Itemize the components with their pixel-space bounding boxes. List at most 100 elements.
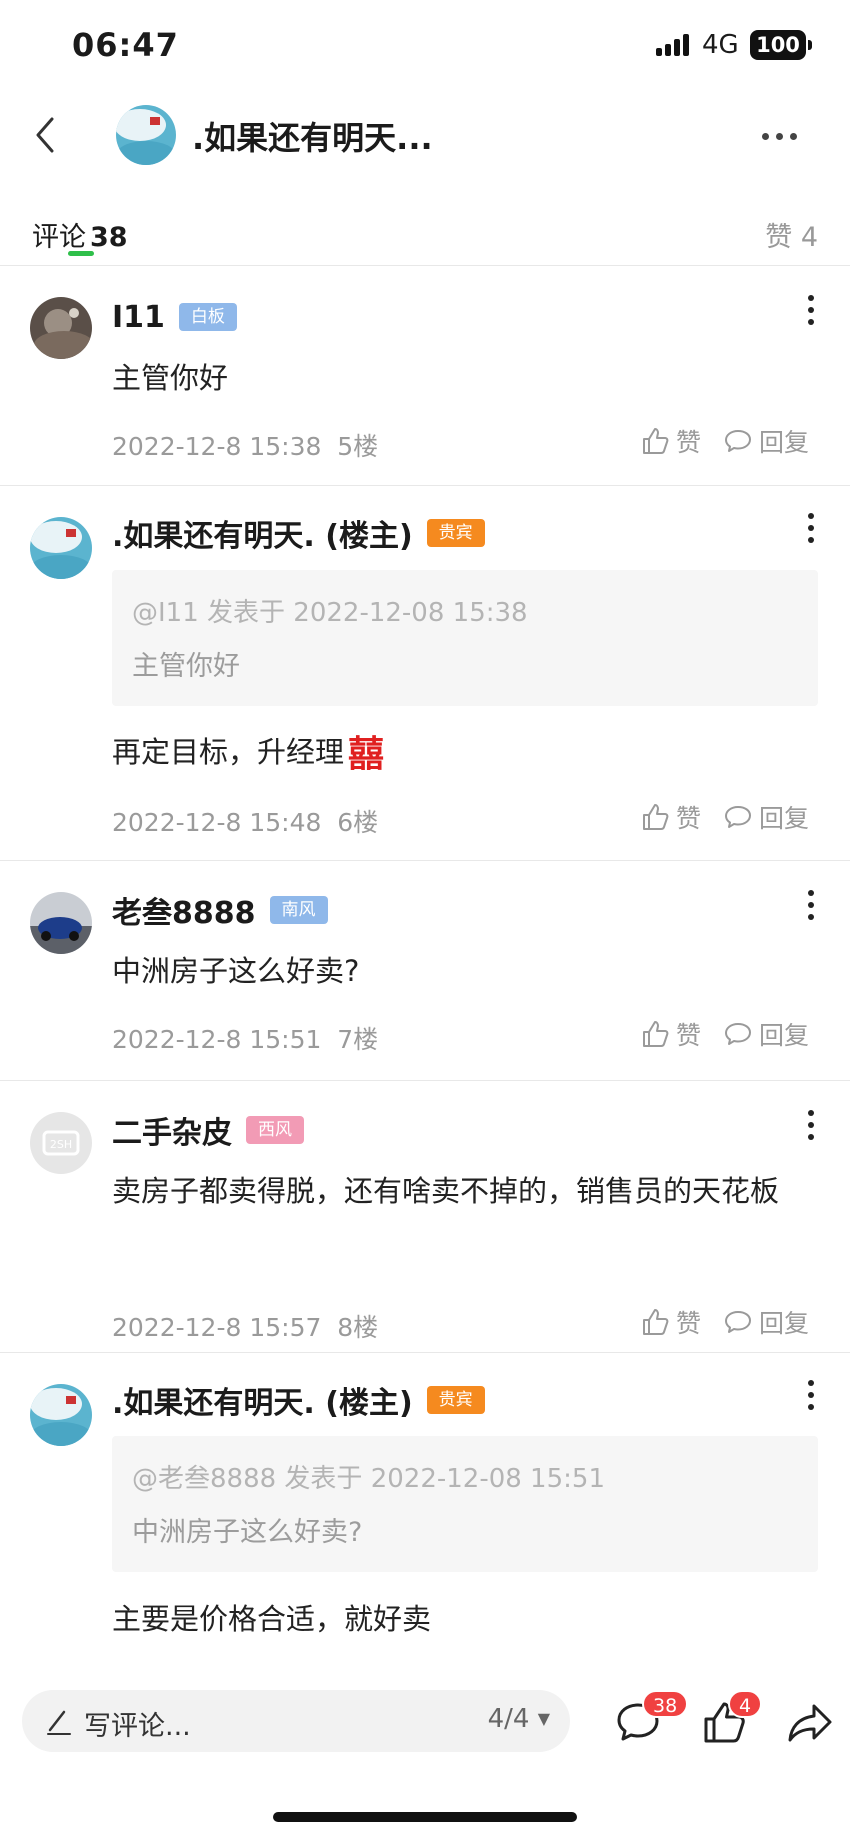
comment-item: .如果还有明天. (楼主) 贵宾 @I11 发表于 2022-12-08 15:… (0, 485, 850, 860)
like-button[interactable]: 赞 (640, 1304, 701, 1340)
reply-label: 回复 (759, 1021, 810, 1050)
username[interactable]: 老叁8888 (112, 888, 256, 932)
avatar[interactable] (30, 1384, 92, 1446)
double-happiness-emoji: 囍 (348, 734, 385, 775)
reply-button[interactable]: 回复 (723, 423, 809, 459)
chat-bubble-icon (725, 1023, 752, 1045)
tab-comments[interactable]: 评论 38 (32, 215, 128, 254)
username[interactable]: I11 (112, 300, 165, 335)
comment-date: 2022-12-8 15:48 (112, 808, 322, 837)
svg-text:2SH: 2SH (50, 1138, 72, 1151)
avatar[interactable] (30, 892, 92, 954)
like-button[interactable]: 赞 (640, 423, 701, 459)
comment-date: 2022-12-8 15:57 (112, 1313, 322, 1342)
home-indicator (273, 1812, 577, 1822)
quote-meta: @老叁8888 发表于 2022-12-08 15:51 (132, 1464, 605, 1494)
thumbs-up-icon (643, 1021, 669, 1047)
floor-number: 5楼 (337, 432, 379, 461)
battery-icon: 100 (750, 30, 812, 60)
comment-body: 再定目标，升经理 (112, 735, 345, 769)
avatar[interactable] (30, 297, 92, 359)
comment-count-badge: 38 (642, 1690, 689, 1718)
user-badge: 西风 (246, 1116, 304, 1144)
username[interactable]: .如果还有明天. (楼主) (112, 511, 413, 555)
comment-actions: 赞 回复 (640, 1304, 809, 1340)
comment-header: .如果还有明天. (楼主) 贵宾 (112, 1378, 485, 1422)
avatar[interactable] (116, 105, 176, 165)
comment-text: 主要是价格合适，就好卖 (112, 1602, 432, 1636)
reply-button[interactable]: 回复 (723, 799, 809, 835)
tab-bar: 评论 38 赞 4 (0, 205, 850, 265)
comment-header: 二手杂皮 西风 (112, 1108, 304, 1152)
comment-item: 老叁8888 南风 中洲房子这么好卖? 2022-12-8 15:51 7楼 赞… (0, 860, 850, 1080)
username[interactable]: 二手杂皮 (112, 1108, 232, 1152)
page-indicator: 4/4 (487, 1704, 530, 1734)
chat-bubble-icon (725, 1311, 752, 1333)
floor-number: 6楼 (337, 808, 379, 837)
floor-number: 8楼 (337, 1313, 379, 1342)
share-icon[interactable] (786, 1698, 834, 1746)
more-options-icon[interactable] (808, 1380, 816, 1410)
like-button[interactable]: 赞 (640, 799, 701, 835)
comment-meta: 2022-12-8 15:57 8楼 (112, 1308, 378, 1344)
avatar[interactable]: 2SH (30, 1112, 92, 1174)
reply-label: 回复 (759, 804, 810, 833)
thumbs-up-icon (643, 428, 669, 454)
quoted-comment[interactable]: @老叁8888 发表于 2022-12-08 15:51 中洲房子这么好卖? (112, 1436, 818, 1572)
comment-header: I11 白板 (112, 295, 237, 339)
like-label: 赞 (676, 804, 702, 833)
comment-header: .如果还有明天. (楼主) 贵宾 (112, 511, 485, 555)
like-label: 赞 (676, 1021, 702, 1050)
comment-input-placeholder: 写评论... (84, 1711, 191, 1742)
reply-label: 回复 (759, 428, 810, 457)
reply-button[interactable]: 回复 (723, 1016, 809, 1052)
comment-input[interactable]: 写评论... 4/4 ▼ (22, 1690, 570, 1752)
status-time: 06:47 (72, 26, 179, 64)
page-title: .如果还有明天... (192, 119, 433, 157)
comment-item: 2SH 二手杂皮 西风 卖房子都卖得脱，还有啥卖不掉的，销售员的天花板 2022… (0, 1080, 850, 1352)
comment-date: 2022-12-8 15:38 (112, 432, 322, 461)
comment-item: I11 白板 主管你好 2022-12-8 15:38 5楼 赞 回复 (0, 265, 850, 485)
comment-actions: 赞 回复 (640, 799, 809, 835)
chat-bubble-icon (725, 806, 752, 828)
comment-actions: 赞 回复 (640, 423, 809, 459)
quote-text: 主管你好 (132, 651, 240, 682)
reply-button[interactable]: 回复 (723, 1304, 809, 1340)
thumbs-up-icon (643, 1309, 669, 1335)
like-button[interactable]: 赞 (640, 1016, 701, 1052)
avatar[interactable] (30, 517, 92, 579)
like-count-badge: 4 (728, 1690, 763, 1718)
comment-date: 2022-12-8 15:51 (112, 1025, 322, 1054)
user-badge: 贵宾 (426, 519, 485, 547)
more-options-icon[interactable] (808, 890, 816, 920)
user-badge: 白板 (178, 303, 237, 331)
caret-down-icon: ▼ (537, 1709, 550, 1728)
user-badge: 贵宾 (426, 1386, 485, 1414)
more-options-icon[interactable] (808, 513, 816, 543)
page-selector[interactable]: 4/4 ▼ (488, 1704, 550, 1734)
more-icon[interactable] (762, 133, 798, 141)
tab-comments-label: 评论 (32, 222, 86, 253)
username[interactable]: .如果还有明天. (楼主) (112, 1378, 413, 1422)
comment-meta: 2022-12-8 15:48 6楼 (112, 803, 378, 839)
quote-text: 中洲房子这么好卖? (132, 1517, 363, 1548)
back-icon[interactable] (28, 113, 68, 157)
comment-meta: 2022-12-8 15:51 7楼 (112, 1020, 378, 1056)
tab-comments-count: 38 (90, 222, 128, 253)
quoted-comment[interactable]: @I11 发表于 2022-12-08 15:38 主管你好 (112, 570, 818, 706)
pencil-icon (47, 1710, 71, 1735)
more-options-icon[interactable] (808, 1110, 816, 1140)
comment-text: 卖房子都卖得脱，还有啥卖不掉的，销售员的天花板 (112, 1174, 780, 1208)
like-label: 赞 (676, 428, 702, 457)
comment-text: 主管你好 (112, 361, 229, 395)
user-badge: 南风 (269, 896, 328, 924)
comment-actions: 赞 回复 (640, 1016, 809, 1052)
active-tab-indicator (68, 251, 94, 256)
bottom-bar: 写评论... 4/4 ▼ 38 4 (0, 1690, 850, 1770)
comment-item: .如果还有明天. (楼主) 贵宾 @老叁8888 发表于 2022-12-08 … (0, 1352, 850, 1682)
tab-likes[interactable]: 赞 4 (765, 215, 818, 254)
nav-bar: .如果还有明天... (0, 95, 850, 175)
more-options-icon[interactable] (808, 295, 816, 325)
comment-meta: 2022-12-8 15:38 5楼 (112, 427, 378, 463)
comment-text: 中洲房子这么好卖? (112, 954, 360, 988)
